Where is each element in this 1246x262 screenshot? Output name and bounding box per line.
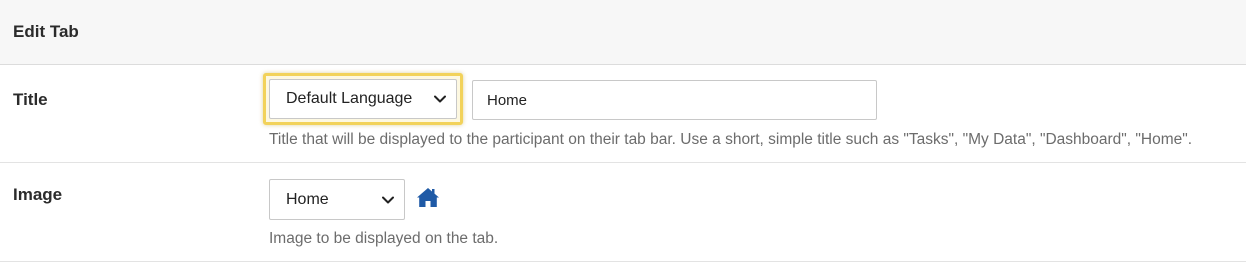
title-row: Title Default Language Title that will b… (0, 65, 1246, 163)
title-help-text: Title that will be displayed to the part… (269, 131, 1193, 148)
image-select[interactable]: Home (269, 179, 405, 220)
chevron-down-icon (434, 95, 446, 103)
language-select-focus-ring: Default Language (263, 73, 463, 125)
panel-title: Edit Tab (13, 22, 79, 41)
image-help-text: Image to be displayed on the tab. (269, 230, 499, 247)
language-select[interactable]: Default Language (269, 79, 457, 119)
edit-tab-panel: Edit Tab Title Default Language Title th… (0, 0, 1246, 262)
language-select-value: Default Language (286, 90, 413, 107)
panel-header: Edit Tab (0, 0, 1246, 65)
image-row: Image Home Image to be displayed on the … (0, 163, 1246, 262)
chevron-down-icon (382, 196, 394, 203)
image-label: Image (13, 185, 63, 204)
tab-title-input[interactable] (472, 80, 877, 120)
image-select-value: Home (286, 190, 329, 208)
home-icon (417, 188, 439, 207)
title-label: Title (13, 90, 48, 109)
